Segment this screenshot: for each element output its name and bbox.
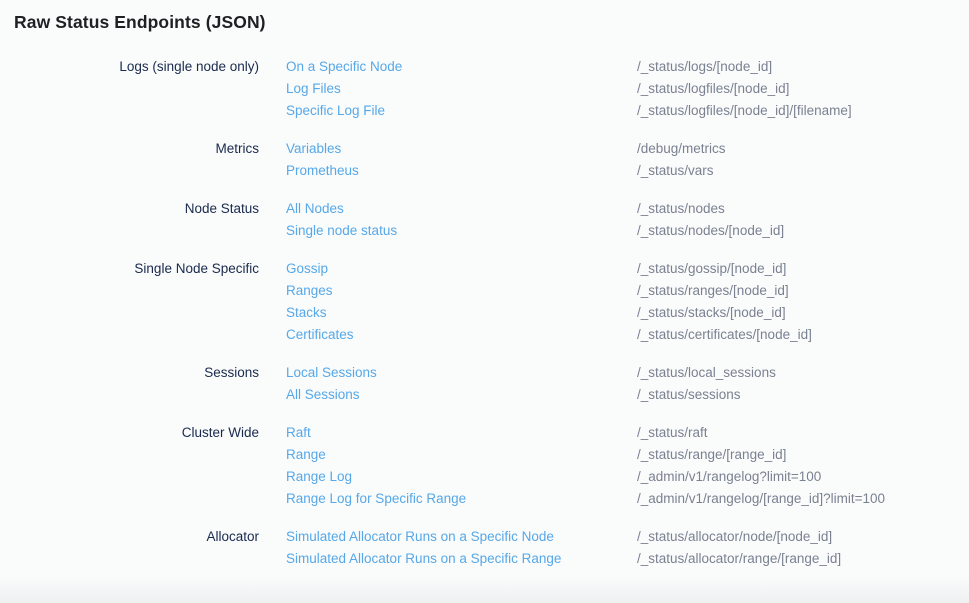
endpoint-link[interactable]: Gossip xyxy=(286,258,328,280)
group-entries: On a Specific Node /_status/logs/[node_id… xyxy=(259,56,969,122)
endpoint-path: /_status/local_sessions xyxy=(637,362,969,384)
endpoint-link[interactable]: Range Log xyxy=(286,466,352,488)
endpoint-path: /_status/nodes/[node_id] xyxy=(637,220,969,242)
endpoint-row: Gossip /_status/gossip/[node_id] xyxy=(259,258,969,280)
endpoint-path: /_status/certificates/[node_id] xyxy=(637,324,969,346)
endpoint-path: /_status/allocator/node/[node_id] xyxy=(637,526,969,548)
endpoint-link[interactable]: Specific Log File xyxy=(286,100,385,122)
endpoint-link[interactable]: On a Specific Node xyxy=(286,56,402,78)
endpoint-row: Specific Log File /_status/logfiles/[node… xyxy=(259,100,969,122)
endpoint-row: Prometheus /_status/vars xyxy=(259,160,969,182)
category-label: Logs (single node only) xyxy=(0,56,259,78)
docs-page: Raw Status Endpoints (JSON) Logs (single… xyxy=(0,0,969,603)
endpoint-row: Certificates /_status/certificates/[node_… xyxy=(259,324,969,346)
endpoint-path: /_admin/v1/rangelog?limit=100 xyxy=(637,466,969,488)
endpoint-row: Range Log /_admin/v1/rangelog?limit=100 xyxy=(259,466,969,488)
category-label: Sessions xyxy=(0,362,259,384)
endpoint-row: Local Sessions /_status/local_sessions xyxy=(259,362,969,384)
endpoint-link[interactable]: Simulated Allocator Runs on a Specific R… xyxy=(286,548,561,570)
endpoint-path: /_status/allocator/range/[range_id] xyxy=(637,548,969,570)
endpoint-row: Log Files /_status/logfiles/[node_id] xyxy=(259,78,969,100)
group-entries: Raft /_status/raft Range /_status/range/[ra… xyxy=(259,422,969,510)
endpoint-path: /_status/logfiles/[node_id]/[filename] xyxy=(637,100,969,122)
endpoint-row: Stacks /_status/stacks/[node_id] xyxy=(259,302,969,324)
endpoint-path: /_status/stacks/[node_id] xyxy=(637,302,969,324)
endpoint-path: /_status/range/[range_id] xyxy=(637,444,969,466)
category-label: Allocator xyxy=(0,526,259,548)
endpoint-link[interactable]: All Nodes xyxy=(286,198,344,220)
endpoint-row: All Sessions /_status/sessions xyxy=(259,384,969,406)
endpoint-row: On a Specific Node /_status/logs/[node_id… xyxy=(259,56,969,78)
endpoint-link[interactable]: Simulated Allocator Runs on a Specific N… xyxy=(286,526,554,548)
endpoint-row: Range Log for Specific Range /_admin/v1/r… xyxy=(259,488,969,510)
endpoint-group: MetricsVariables/debug/metricsPrometheus… xyxy=(0,138,969,182)
group-entries: Simulated Allocator Runs on a Specific N… xyxy=(259,526,969,570)
category-label: Node Status xyxy=(0,198,259,220)
endpoint-path: /_status/ranges/[node_id] xyxy=(637,280,969,302)
group-entries: All Nodes/_status/nodesSingle node statu… xyxy=(259,198,969,242)
group-entries: Gossip /_status/gossip/[node_id] Ranges /_s… xyxy=(259,258,969,346)
endpoint-link[interactable]: Log Files xyxy=(286,78,341,100)
category-label: Cluster Wide xyxy=(0,422,259,444)
endpoint-link[interactable]: Variables xyxy=(286,138,341,160)
endpoint-link[interactable]: Certificates xyxy=(286,324,354,346)
endpoint-row: Simulated Allocator Runs on a Specific R… xyxy=(259,548,969,570)
endpoint-link[interactable]: Stacks xyxy=(286,302,327,324)
endpoint-link[interactable]: Local Sessions xyxy=(286,362,377,384)
endpoint-group: Single Node Specific Gossip /_status/gossi… xyxy=(0,258,969,346)
endpoint-group: Node StatusAll Nodes/_status/nodesSingle… xyxy=(0,198,969,242)
endpoint-row: Ranges /_status/ranges/[node_id] xyxy=(259,280,969,302)
page-title: Raw Status Endpoints (JSON) xyxy=(14,12,266,33)
category-label: Metrics xyxy=(0,138,259,160)
category-label: Single Node Specific xyxy=(0,258,259,280)
endpoint-group: Allocator Simulated Allocator Runs on a S… xyxy=(0,526,969,570)
endpoint-link[interactable]: Prometheus xyxy=(286,160,359,182)
endpoint-link[interactable]: Range xyxy=(286,444,326,466)
endpoint-path: /_status/vars xyxy=(637,160,969,182)
endpoint-row: Single node status /_status/nodes/[node_i… xyxy=(259,220,969,242)
endpoint-group: Sessions Local Sessions /_status/local_ses… xyxy=(0,362,969,406)
endpoint-link[interactable]: Raft xyxy=(286,422,311,444)
endpoint-path: /_status/raft xyxy=(637,422,969,444)
endpoint-link[interactable]: Single node status xyxy=(286,220,397,242)
endpoint-path: /debug/metrics xyxy=(637,138,969,160)
endpoint-group: Cluster Wide Raft /_status/raft Range /_stat… xyxy=(0,422,969,510)
endpoint-list: Logs (single node only)On a Specific Nod… xyxy=(0,56,969,586)
endpoint-row: Range /_status/range/[range_id] xyxy=(259,444,969,466)
endpoint-path: /_status/logfiles/[node_id] xyxy=(637,78,969,100)
endpoint-path: /_admin/v1/rangelog/[range_id]?limit=100 xyxy=(637,488,969,510)
endpoint-path: /_status/nodes xyxy=(637,198,969,220)
group-entries: Variables/debug/metricsPrometheus/_statu… xyxy=(259,138,969,182)
endpoint-path: /_status/sessions xyxy=(637,384,969,406)
endpoint-row: All Nodes /_status/nodes xyxy=(259,198,969,220)
endpoint-path: /_status/logs/[node_id] xyxy=(637,56,969,78)
group-entries: Local Sessions/_status/local_sessionsAll… xyxy=(259,362,969,406)
endpoint-link[interactable]: Ranges xyxy=(286,280,333,302)
endpoint-path: /_status/gossip/[node_id] xyxy=(637,258,969,280)
endpoint-group: Logs (single node only)On a Specific Nod… xyxy=(0,56,969,122)
endpoint-row: Variables/debug/metrics xyxy=(259,138,969,160)
endpoint-link[interactable]: Range Log for Specific Range xyxy=(286,488,466,510)
endpoint-row: Simulated Allocator Runs on a Specific N… xyxy=(259,526,969,548)
endpoint-link[interactable]: All Sessions xyxy=(286,384,360,406)
endpoint-row: Raft /_status/raft xyxy=(259,422,969,444)
